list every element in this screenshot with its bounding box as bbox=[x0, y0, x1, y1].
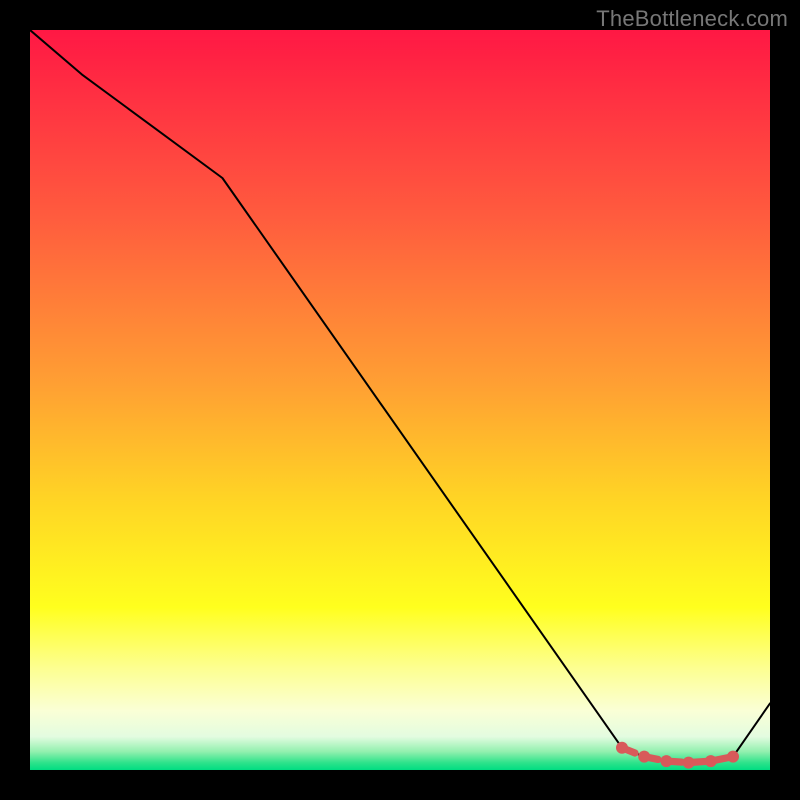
marker-dot bbox=[638, 751, 650, 763]
marker-dot bbox=[660, 755, 672, 767]
gradient-background bbox=[30, 30, 770, 770]
marker-dot bbox=[705, 755, 717, 767]
plot-area bbox=[30, 30, 770, 770]
watermark-text: TheBottleneck.com bbox=[596, 6, 788, 32]
chart-svg bbox=[30, 30, 770, 770]
marker-dot bbox=[727, 751, 739, 763]
marker-dot bbox=[616, 742, 628, 754]
marker-dot bbox=[683, 757, 695, 769]
chart-frame: TheBottleneck.com bbox=[0, 0, 800, 800]
